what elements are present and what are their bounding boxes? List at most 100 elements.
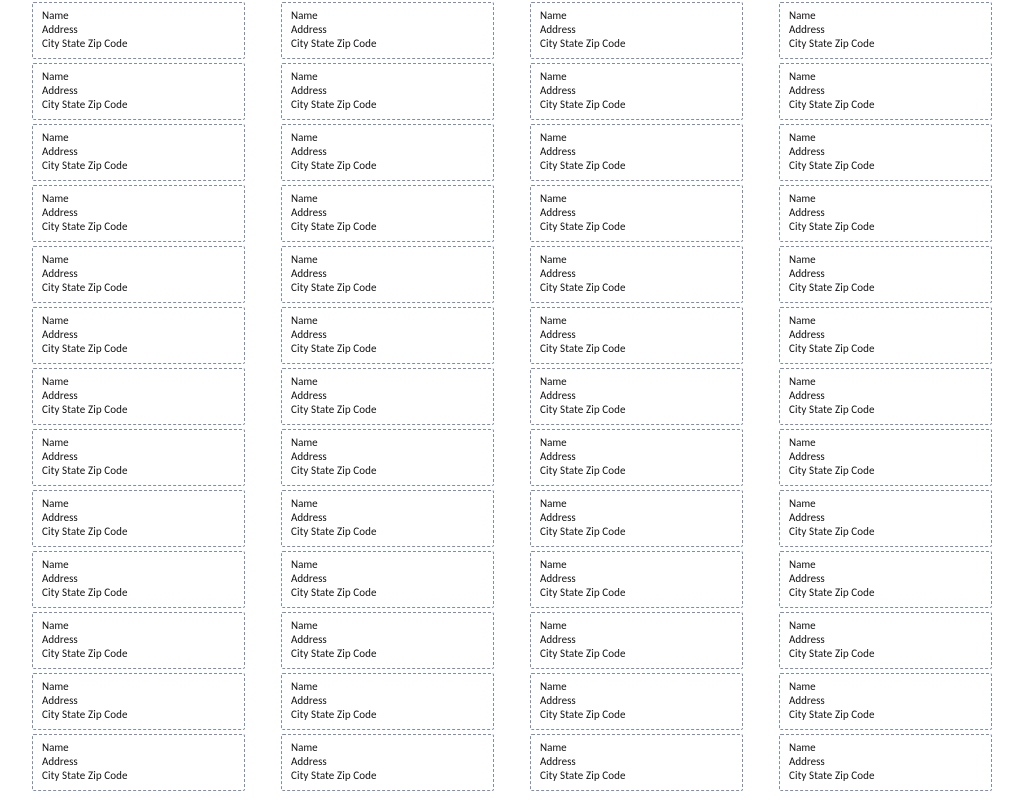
address-label: NameAddressCity State Zip Code [530,368,743,425]
label-line-city-state-zip: City State Zip Code [789,586,982,600]
label-line-name: Name [789,70,982,84]
label-line-city-state-zip: City State Zip Code [291,159,484,173]
label-line-address: Address [540,267,733,281]
label-column: NameAddressCity State Zip CodeNameAddres… [32,2,245,791]
label-line-name: Name [789,314,982,328]
label-line-city-state-zip: City State Zip Code [789,769,982,783]
label-line-address: Address [540,511,733,525]
label-line-city-state-zip: City State Zip Code [291,220,484,234]
address-label: NameAddressCity State Zip Code [779,307,992,364]
address-label: NameAddressCity State Zip Code [281,673,494,730]
label-line-city-state-zip: City State Zip Code [291,525,484,539]
label-line-address: Address [789,572,982,586]
address-label: NameAddressCity State Zip Code [530,673,743,730]
label-line-name: Name [291,131,484,145]
address-label: NameAddressCity State Zip Code [281,734,494,791]
label-line-name: Name [540,497,733,511]
label-line-city-state-zip: City State Zip Code [540,708,733,722]
label-line-city-state-zip: City State Zip Code [789,464,982,478]
label-line-name: Name [789,131,982,145]
label-line-address: Address [540,328,733,342]
label-line-city-state-zip: City State Zip Code [540,586,733,600]
label-line-name: Name [540,131,733,145]
address-label: NameAddressCity State Zip Code [281,63,494,120]
address-label: NameAddressCity State Zip Code [281,551,494,608]
label-line-name: Name [291,741,484,755]
label-line-name: Name [42,497,235,511]
label-line-name: Name [540,741,733,755]
label-line-name: Name [789,619,982,633]
label-line-city-state-zip: City State Zip Code [540,647,733,661]
label-line-address: Address [540,23,733,37]
label-line-name: Name [291,680,484,694]
label-line-name: Name [42,9,235,23]
label-line-city-state-zip: City State Zip Code [42,464,235,478]
label-line-address: Address [42,633,235,647]
label-line-address: Address [540,450,733,464]
label-line-address: Address [789,389,982,403]
label-line-city-state-zip: City State Zip Code [540,464,733,478]
label-line-city-state-zip: City State Zip Code [789,281,982,295]
label-line-city-state-zip: City State Zip Code [42,281,235,295]
label-column: NameAddressCity State Zip CodeNameAddres… [281,2,494,791]
address-label: NameAddressCity State Zip Code [281,246,494,303]
label-line-name: Name [540,436,733,450]
label-line-address: Address [42,23,235,37]
label-line-name: Name [540,558,733,572]
address-label: NameAddressCity State Zip Code [530,612,743,669]
label-line-address: Address [291,23,484,37]
label-line-name: Name [789,436,982,450]
address-label: NameAddressCity State Zip Code [530,429,743,486]
label-line-name: Name [789,741,982,755]
label-line-city-state-zip: City State Zip Code [42,647,235,661]
label-line-address: Address [789,23,982,37]
label-line-address: Address [540,84,733,98]
label-line-name: Name [42,619,235,633]
label-line-address: Address [42,328,235,342]
address-label: NameAddressCity State Zip Code [779,490,992,547]
label-line-name: Name [789,375,982,389]
address-label: NameAddressCity State Zip Code [779,63,992,120]
label-line-address: Address [291,328,484,342]
address-label: NameAddressCity State Zip Code [32,429,245,486]
label-line-city-state-zip: City State Zip Code [540,342,733,356]
label-line-name: Name [540,253,733,267]
label-line-address: Address [291,145,484,159]
label-line-city-state-zip: City State Zip Code [291,403,484,417]
label-line-address: Address [291,694,484,708]
address-label: NameAddressCity State Zip Code [281,2,494,59]
label-line-city-state-zip: City State Zip Code [42,769,235,783]
address-label: NameAddressCity State Zip Code [779,551,992,608]
label-line-address: Address [42,84,235,98]
address-label: NameAddressCity State Zip Code [530,185,743,242]
address-label: NameAddressCity State Zip Code [32,551,245,608]
address-label: NameAddressCity State Zip Code [32,307,245,364]
label-line-address: Address [291,450,484,464]
address-label: NameAddressCity State Zip Code [530,307,743,364]
label-line-name: Name [291,253,484,267]
label-line-city-state-zip: City State Zip Code [42,342,235,356]
label-line-address: Address [540,389,733,403]
label-line-address: Address [789,328,982,342]
label-column: NameAddressCity State Zip CodeNameAddres… [530,2,743,791]
label-line-name: Name [789,680,982,694]
label-line-name: Name [291,375,484,389]
label-line-address: Address [42,755,235,769]
label-line-name: Name [291,70,484,84]
label-line-city-state-zip: City State Zip Code [789,98,982,112]
label-line-address: Address [789,755,982,769]
label-line-address: Address [291,633,484,647]
label-line-name: Name [42,192,235,206]
label-line-name: Name [540,192,733,206]
address-label: NameAddressCity State Zip Code [530,551,743,608]
label-line-address: Address [540,694,733,708]
label-line-name: Name [42,436,235,450]
address-label: NameAddressCity State Zip Code [779,429,992,486]
address-label: NameAddressCity State Zip Code [779,2,992,59]
label-line-address: Address [42,694,235,708]
label-line-name: Name [42,314,235,328]
address-label: NameAddressCity State Zip Code [779,246,992,303]
label-line-city-state-zip: City State Zip Code [540,769,733,783]
label-line-name: Name [540,314,733,328]
address-label: NameAddressCity State Zip Code [32,368,245,425]
